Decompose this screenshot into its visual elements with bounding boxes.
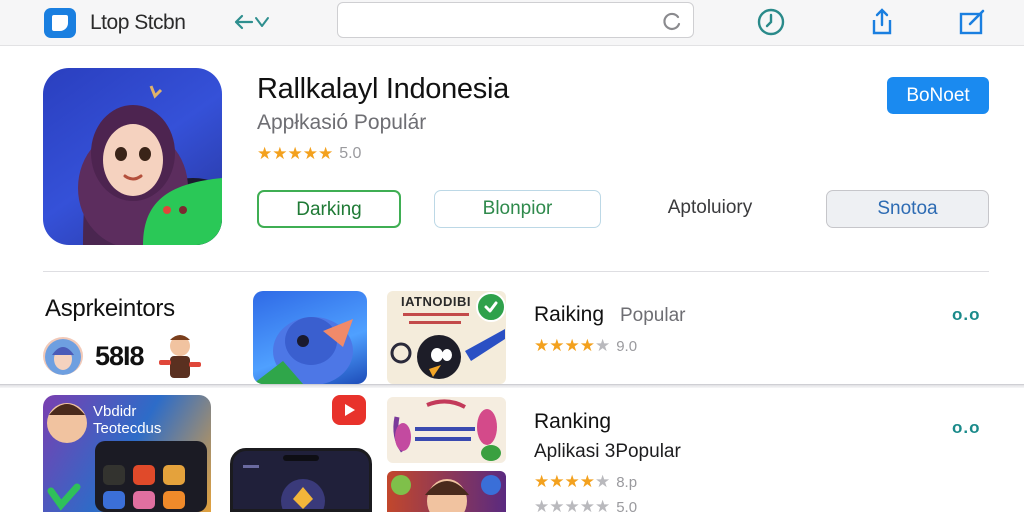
row-1-rating: ★★★★★ 9.0 (534, 336, 638, 355)
row-1-more-button[interactable]: o.o (952, 305, 981, 325)
row-2-title: Ranking (534, 410, 612, 433)
search-input[interactable] (348, 9, 648, 31)
edit-icon[interactable] (956, 6, 988, 38)
rating-stars: ★★★★★ (257, 144, 334, 163)
share-icon[interactable] (866, 6, 898, 38)
section-divider (0, 384, 1024, 388)
row-1-subtitle: Popular (620, 305, 686, 326)
tab-snotoa[interactable]: Snotoa (826, 190, 989, 228)
app-thumbnail-rocket[interactable] (253, 291, 367, 384)
row-2-rating-secondary: ★★★★★ 5.0 (534, 497, 638, 512)
divider (43, 271, 989, 272)
row-2-more-button[interactable]: o.o (952, 418, 981, 438)
phone-preview[interactable] (230, 448, 372, 512)
history-icon[interactable] (755, 6, 787, 38)
check-icon (476, 292, 506, 322)
rating-value: 5.0 (339, 145, 362, 162)
row-2-subtitle: Aplikasi 3Popular (534, 441, 681, 462)
tab-darking[interactable]: Darking (257, 190, 401, 228)
app-icon-hijab-character[interactable] (43, 68, 222, 245)
refresh-icon[interactable] (661, 10, 683, 32)
row-1-title: Raiking (534, 303, 605, 326)
tab-aptoluiory[interactable]: Aptoluiory (640, 190, 780, 228)
get-button[interactable]: BoNoet (887, 77, 989, 114)
app-thumbnail-portrait[interactable] (387, 471, 506, 512)
back-forward-icon[interactable] (232, 10, 272, 34)
app-name: Ltop Stcbn (90, 11, 186, 34)
section-title: Asprkeintors (45, 295, 175, 322)
play-icon[interactable] (332, 395, 366, 425)
app-logo-icon (44, 8, 76, 38)
app-card-video[interactable]: Vbdidr Teotecdus (43, 395, 211, 512)
top-bar: Ltop Stcbn (0, 0, 1024, 46)
avatar[interactable] (43, 337, 83, 375)
character-figure-icon (159, 335, 201, 378)
app-thumbnail-flowers[interactable] (387, 397, 506, 463)
app-subtitle: Appłkasió Populár (257, 111, 427, 134)
tab-blonpior[interactable]: Blonpior (434, 190, 601, 228)
mini-label: 58I8 (95, 341, 145, 371)
row-2-rating: ★★★★★ 8.p (534, 472, 638, 491)
search-box[interactable] (337, 2, 694, 38)
app-title: Rallkalayl Indonesia (257, 73, 509, 105)
app-rating: ★★★★★ 5.0 (257, 144, 361, 164)
card-title: Vbdidr Teotecdus (93, 403, 162, 437)
